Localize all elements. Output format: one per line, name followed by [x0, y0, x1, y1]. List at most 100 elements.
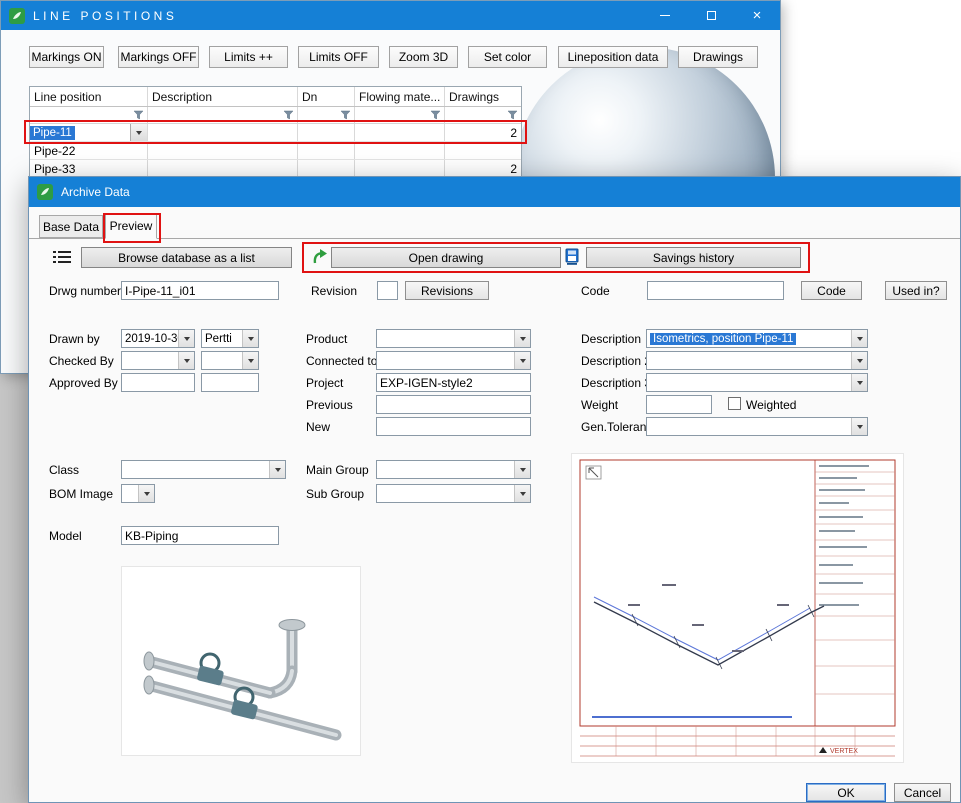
ok-button[interactable]: OK [806, 783, 886, 802]
limits-plus-button[interactable]: Limits ++ [209, 46, 288, 68]
dropdown-arrow-icon[interactable] [178, 330, 194, 347]
drwg-number-field[interactable]: I-Pipe-11_i01 [121, 281, 279, 300]
new-field[interactable] [376, 417, 531, 436]
weight-field[interactable] [646, 395, 712, 414]
dropdown-arrow-icon[interactable] [514, 485, 530, 502]
cancel-button[interactable]: Cancel [894, 783, 951, 802]
drawn-by-name-combo[interactable]: Pertti [201, 329, 259, 348]
description-combo[interactable]: Isometrics, position Pipe-11 [646, 329, 868, 348]
description3-label: Description 3 [581, 376, 651, 390]
column-header[interactable]: Drawings [445, 87, 521, 106]
column-header[interactable]: Flowing mate... [355, 87, 445, 106]
dropdown-arrow-icon[interactable] [242, 352, 258, 369]
filter-cell[interactable] [30, 107, 148, 123]
dropdown-arrow-icon[interactable] [514, 461, 530, 478]
tab-base-data[interactable]: Base Data [39, 215, 103, 238]
limits-off-button[interactable]: Limits OFF [298, 46, 379, 68]
column-header[interactable]: Description [148, 87, 298, 106]
dropdown-arrow-icon[interactable] [851, 352, 867, 369]
drawn-by-date-combo[interactable]: 2019-10-30 [121, 329, 195, 348]
dropdown-arrow-icon[interactable] [514, 330, 530, 347]
markings-off-button[interactable]: Markings OFF [118, 46, 199, 68]
dropdown-arrow-icon[interactable] [242, 330, 258, 347]
product-label: Product [306, 332, 347, 346]
weighted-checkbox[interactable] [728, 397, 741, 410]
filter-cell[interactable] [298, 107, 355, 123]
dropdown-arrow-icon[interactable] [178, 352, 194, 369]
savings-history-button[interactable]: Savings history [586, 247, 801, 268]
dropdown-arrow-icon[interactable] [138, 485, 154, 502]
code-button[interactable]: Code [801, 281, 862, 300]
lineposition-data-button[interactable]: Lineposition data [558, 46, 668, 68]
list-icon[interactable] [53, 250, 71, 264]
drawings-button[interactable]: Drawings [678, 46, 758, 68]
product-combo[interactable] [376, 329, 531, 348]
zoom-3d-button[interactable]: Zoom 3D [389, 46, 458, 68]
tab-preview[interactable]: Preview [105, 213, 157, 239]
class-label: Class [49, 463, 79, 477]
window-title: Archive Data [61, 185, 130, 199]
dropdown-arrow-icon[interactable] [130, 124, 147, 141]
revisions-button[interactable]: Revisions [405, 281, 489, 300]
bom-image-label: BOM Image [49, 487, 113, 501]
minimize-button[interactable] [642, 1, 688, 30]
markings-on-button[interactable]: Markings ON [29, 46, 104, 68]
line-position-editor[interactable]: Pipe-11 [30, 124, 148, 141]
cell-flowing-material [355, 142, 445, 159]
description3-combo[interactable] [646, 373, 868, 392]
window-title: LINE POSITIONS [33, 9, 177, 23]
project-label: Project [306, 376, 343, 390]
cell-flowing-material [355, 124, 445, 141]
line-positions-grid: Line position Description Dn Flowing mat… [29, 86, 522, 179]
project-field[interactable]: EXP-IGEN-style2 [376, 373, 531, 392]
dropdown-arrow-icon[interactable] [851, 418, 867, 435]
combo-value: Pertti [202, 333, 242, 345]
model-3d-preview [121, 566, 361, 756]
save-disk-icon[interactable] [565, 247, 579, 266]
column-header[interactable]: Dn [298, 87, 355, 106]
table-row-pipe-11[interactable]: Pipe-11 2 [30, 124, 521, 142]
dropdown-arrow-icon[interactable] [269, 461, 285, 478]
code-field[interactable] [647, 281, 784, 300]
vertex-logo-text: VERTEX [830, 748, 858, 755]
dropdown-arrow-icon[interactable] [851, 330, 867, 347]
set-color-button[interactable]: Set color [468, 46, 547, 68]
connected-to-label: Connected to [306, 354, 377, 368]
cell-dn [298, 124, 355, 141]
connected-to-combo[interactable] [376, 351, 531, 370]
class-combo[interactable] [121, 460, 286, 479]
sub-group-combo[interactable] [376, 484, 531, 503]
archive-data-window: Archive Data Base Data Preview Browse da… [28, 176, 961, 803]
dropdown-arrow-icon[interactable] [851, 374, 867, 391]
archive-titlebar: Archive Data [29, 177, 960, 207]
filter-funnel-icon [283, 110, 294, 120]
filter-cell[interactable] [355, 107, 445, 123]
revision-field[interactable] [377, 281, 398, 300]
cell-description [148, 160, 298, 177]
filter-cell[interactable] [148, 107, 298, 123]
browse-database-button[interactable]: Browse database as a list [81, 247, 292, 268]
column-header[interactable]: Line position [30, 87, 148, 106]
gen-tolerance-combo[interactable] [646, 417, 868, 436]
description-label: Description [581, 332, 641, 346]
approved-by-date-field[interactable] [121, 373, 195, 392]
filter-cell[interactable] [445, 107, 521, 123]
used-in-button[interactable]: Used in? [885, 281, 947, 300]
previous-field[interactable] [376, 395, 531, 414]
checked-by-name-combo[interactable] [201, 351, 259, 370]
bom-image-combo[interactable] [121, 484, 155, 503]
main-group-combo[interactable] [376, 460, 531, 479]
maximize-button[interactable] [688, 1, 734, 30]
sub-group-label: Sub Group [306, 487, 364, 501]
open-drawing-button[interactable]: Open drawing [331, 247, 561, 268]
drawing-preview: VERTEX [571, 453, 904, 763]
dropdown-arrow-icon[interactable] [514, 352, 530, 369]
approved-by-name-field[interactable] [201, 373, 259, 392]
model-field[interactable]: KB-Piping [121, 526, 279, 545]
description2-combo[interactable] [646, 351, 868, 370]
checked-by-date-combo[interactable] [121, 351, 195, 370]
table-row-pipe-22[interactable]: Pipe-22 [30, 142, 521, 160]
open-drawing-icon[interactable] [312, 247, 328, 266]
line-positions-titlebar: LINE POSITIONS × [1, 1, 780, 30]
close-button[interactable]: × [734, 1, 780, 30]
